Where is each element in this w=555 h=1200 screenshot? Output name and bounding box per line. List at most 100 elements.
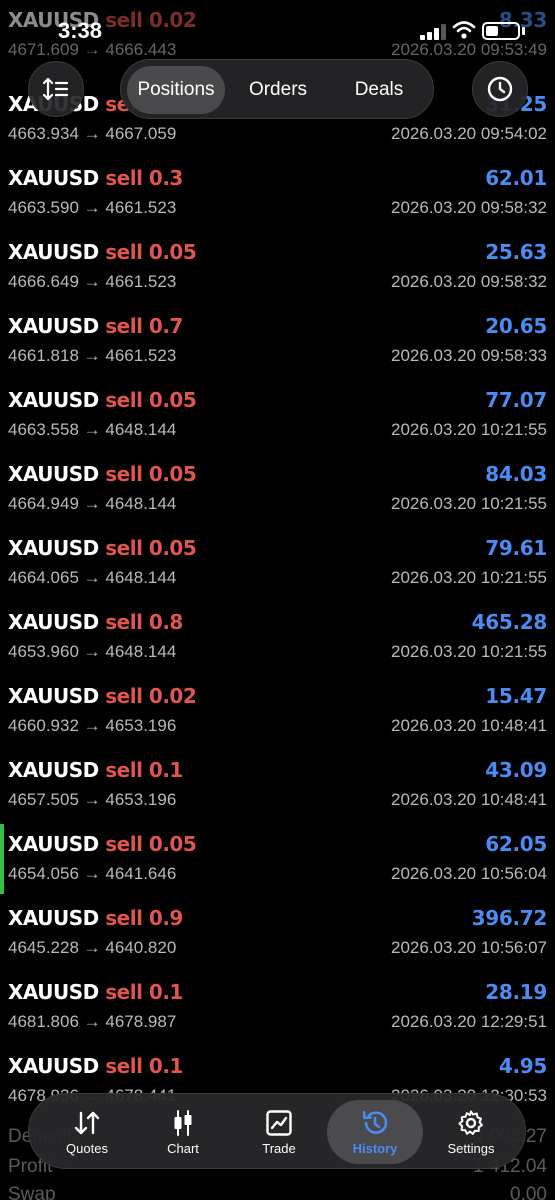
deal-symbol: XAUUSD sell 0.05	[8, 536, 197, 560]
deal-volume: 0.02	[148, 684, 197, 708]
deal-profit: 465.28	[471, 610, 548, 634]
settings-icon	[458, 1110, 483, 1135]
deal-symbol: XAUUSD sell 0.05	[8, 462, 197, 486]
close-price: 4648.144	[105, 420, 177, 439]
deal-time: 2026.03.20 10:56:07	[391, 938, 547, 957]
deal-prices: 4681.806 → 4678.987	[8, 1012, 176, 1032]
deal-side: sell	[105, 610, 143, 634]
deal-side: sell	[105, 684, 143, 708]
status-time: 3:38	[58, 18, 103, 43]
tab-deals[interactable]: Deals	[331, 66, 427, 114]
price-arrow: →	[83, 938, 101, 957]
deal-profit: 25.63	[485, 240, 547, 264]
sort-icon	[43, 77, 69, 101]
symbol-text: XAUUSD	[8, 758, 99, 782]
deal-prices: 4654.056 → 4641.646	[8, 864, 176, 884]
deal-time: 2026.03.20 09:54:02	[391, 124, 547, 143]
wifi-icon	[452, 21, 476, 39]
tab-settings[interactable]: Settings	[423, 1100, 519, 1164]
deal-side: sell	[105, 832, 143, 856]
tab-history[interactable]: History	[327, 1100, 423, 1164]
deal-profit: 77.07	[485, 388, 547, 412]
deal-symbol: XAUUSD sell 0.02	[8, 684, 197, 708]
deal-row[interactable]: XAUUSD sell 0.05 77.07 4663.558 → 4648.144…	[0, 378, 555, 452]
close-price: 4661.523	[105, 272, 177, 291]
deal-symbol: XAUUSD sell 0.05	[8, 240, 197, 264]
deal-prices: 4660.932 → 4653.196	[8, 716, 176, 736]
price-arrow: →	[83, 494, 101, 513]
deal-volume: 0.7	[148, 314, 183, 338]
deal-side: sell	[105, 536, 143, 560]
open-price: 4661.818	[8, 346, 79, 365]
row-selection-marker	[0, 824, 4, 894]
tab-quotes[interactable]: Quotes	[39, 1100, 135, 1164]
deal-row[interactable]: XAUUSD sell 0.05 62.05 4654.056 → 4641.646…	[0, 822, 555, 896]
deal-profit: 15.47	[485, 684, 547, 708]
deal-profit: 43.09	[485, 758, 547, 782]
tab-trade[interactable]: Trade	[231, 1100, 327, 1164]
symbol-text: XAUUSD	[8, 832, 99, 856]
status-bar: 3:38	[0, 0, 555, 50]
deal-time: 2026.03.20 09:58:33	[391, 346, 547, 365]
price-arrow: →	[83, 346, 101, 365]
deal-volume: 0.3	[148, 166, 183, 190]
battery-tip	[522, 27, 525, 35]
tab-settings-label: Settings	[447, 1140, 495, 1156]
deal-profit: 79.61	[485, 536, 547, 560]
deal-row[interactable]: XAUUSD sell 0.7 20.65 4661.818 → 4661.523 2…	[0, 304, 555, 378]
period-button[interactable]	[472, 61, 528, 117]
deal-row[interactable]: XAUUSD sell 0.05 84.03 4664.949 → 4648.144…	[0, 452, 555, 526]
deal-time: 2026.03.20 10:48:41	[391, 790, 547, 809]
deal-time: 2026.03.20 10:56:04	[391, 864, 547, 883]
tab-positions[interactable]: Positions	[127, 66, 225, 114]
cellular-signal-icon	[420, 24, 446, 40]
deal-time: 2026.03.20 10:21:55	[391, 642, 547, 661]
deal-row[interactable]: XAUUSD sell 0.05 25.63 4666.649 → 4661.523…	[0, 230, 555, 304]
deal-symbol: XAUUSD sell 0.7	[8, 314, 183, 338]
deal-row[interactable]: XAUUSD sell 0.3 62.01 4663.590 → 4661.523 2…	[0, 156, 555, 230]
symbol-text: XAUUSD	[8, 166, 99, 190]
deal-side: sell	[105, 166, 143, 190]
deal-volume: 0.1	[148, 758, 183, 782]
tab-chart[interactable]: Chart	[135, 1100, 231, 1164]
deal-time: 2026.03.20 10:21:55	[391, 494, 547, 513]
open-price: 4653.960	[8, 642, 79, 661]
summary-label: Swap	[8, 1184, 56, 1200]
deal-prices: 4661.818 → 4661.523	[8, 346, 176, 366]
open-price: 4663.590	[8, 198, 79, 217]
deal-row[interactable]: XAUUSD sell 0.8 465.28 4653.960 → 4648.144…	[0, 600, 555, 674]
close-price: 4648.144	[105, 568, 177, 587]
deal-row[interactable]: XAUUSD sell 0.02 15.47 4660.932 → 4653.196…	[0, 674, 555, 748]
deal-time: 2026.03.20 10:48:41	[391, 716, 547, 735]
tab-history-label: History	[352, 1140, 398, 1156]
price-arrow: →	[83, 716, 101, 735]
deal-profit: 4.95	[498, 1054, 547, 1078]
quotes-icon	[74, 1111, 100, 1134]
close-price: 4648.144	[105, 642, 177, 661]
summary-row: Swap 0.00	[0, 1182, 555, 1200]
close-price: 4640.820	[105, 938, 177, 957]
deal-prices: 4664.065 → 4648.144	[8, 568, 176, 588]
deal-volume: 0.1	[148, 980, 183, 1004]
deal-prices: 4663.590 → 4661.523	[8, 198, 176, 218]
deal-row[interactable]: XAUUSD sell 0.9 396.72 4645.228 → 4640.820…	[0, 896, 555, 970]
deal-row[interactable]: XAUUSD sell 0.1 43.09 4657.505 → 4653.196 2…	[0, 748, 555, 822]
symbol-text: XAUUSD	[8, 462, 99, 486]
symbol-text: XAUUSD	[8, 610, 99, 634]
deal-row[interactable]: XAUUSD sell 0.05 79.61 4664.065 → 4648.144…	[0, 526, 555, 600]
close-price: 4641.646	[105, 864, 177, 883]
deal-time: 2026.03.20 09:58:32	[391, 198, 547, 217]
deal-row[interactable]: XAUUSD sell 0.1 28.19 4681.806 → 4678.987 2…	[0, 970, 555, 1044]
deal-volume: 0.05	[148, 240, 197, 264]
bottom-tab-bar: Quotes Chart Trade History Settings	[28, 1093, 526, 1169]
close-price: 4648.144	[105, 494, 177, 513]
symbol-text: XAUUSD	[8, 906, 99, 930]
deal-symbol: XAUUSD sell 0.1	[8, 1054, 183, 1078]
deal-time: 2026.03.20 10:21:55	[391, 568, 547, 587]
close-price: 4653.196	[105, 716, 177, 735]
open-price: 4654.056	[8, 864, 79, 883]
deal-volume: 0.05	[148, 536, 197, 560]
tab-orders[interactable]: Orders	[231, 66, 325, 114]
sort-button[interactable]	[28, 61, 84, 117]
deal-prices: 4653.960 → 4648.144	[8, 642, 176, 662]
